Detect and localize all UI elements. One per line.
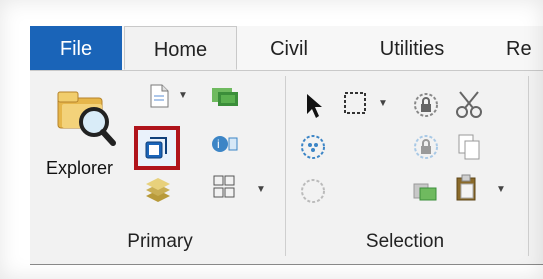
id-card-icon[interactable]	[210, 84, 240, 110]
chevron-down-icon: ▼	[496, 184, 506, 195]
3d-box-button[interactable]	[134, 126, 180, 170]
group-label-selection: Selection	[365, 231, 445, 252]
lock-icon[interactable]	[413, 134, 439, 160]
clipboard-icon	[456, 174, 476, 201]
rect-select-icon	[344, 92, 366, 114]
dotted-circle-icon[interactable]	[300, 134, 326, 160]
3d-box-icon	[145, 137, 167, 159]
info-card-icon[interactable]: i	[211, 134, 239, 154]
grid-dropdown-button[interactable]: ▼	[212, 174, 272, 204]
chevron-down-icon: ▼	[378, 98, 388, 109]
empty-circle-icon[interactable]	[300, 178, 326, 204]
lock-select-icon[interactable]	[413, 92, 439, 118]
tab-file[interactable]: File	[30, 26, 122, 70]
explorer-label: Explorer	[46, 158, 114, 178]
new-file-icon	[150, 84, 169, 108]
chevron-down-icon: ▼	[256, 184, 266, 195]
tab-utilities[interactable]: Utilities	[360, 26, 464, 70]
explorer-icon	[57, 91, 116, 146]
explorer-button[interactable]: Explorer	[38, 78, 134, 188]
new-file-button[interactable]: ▼	[148, 84, 198, 110]
chevron-down-icon: ▼	[178, 90, 188, 101]
paste-special-icon[interactable]	[412, 178, 440, 204]
group-label-primary: Primary	[127, 231, 193, 252]
rect-select-button[interactable]: ▼	[342, 90, 398, 118]
layers-icon[interactable]	[144, 178, 172, 204]
tab-civil[interactable]: Civil	[251, 26, 327, 70]
group-separator	[528, 76, 529, 256]
tab-home[interactable]: Home	[124, 26, 237, 70]
tab-partial[interactable]: Re	[506, 26, 543, 70]
arrow-cursor-icon[interactable]	[304, 92, 326, 120]
cut-icon[interactable]	[454, 90, 484, 120]
ribbon-tab-bar: File Home Civil Utilities Re	[30, 26, 543, 71]
group-separator	[285, 76, 286, 256]
grid-icon	[213, 175, 235, 198]
ribbon: File Home Civil Utilities Re Explorer ▼	[30, 26, 543, 265]
svg-text:i: i	[217, 137, 220, 151]
clipboard-button[interactable]: ▼	[454, 174, 514, 204]
copy-icon[interactable]	[456, 133, 482, 161]
